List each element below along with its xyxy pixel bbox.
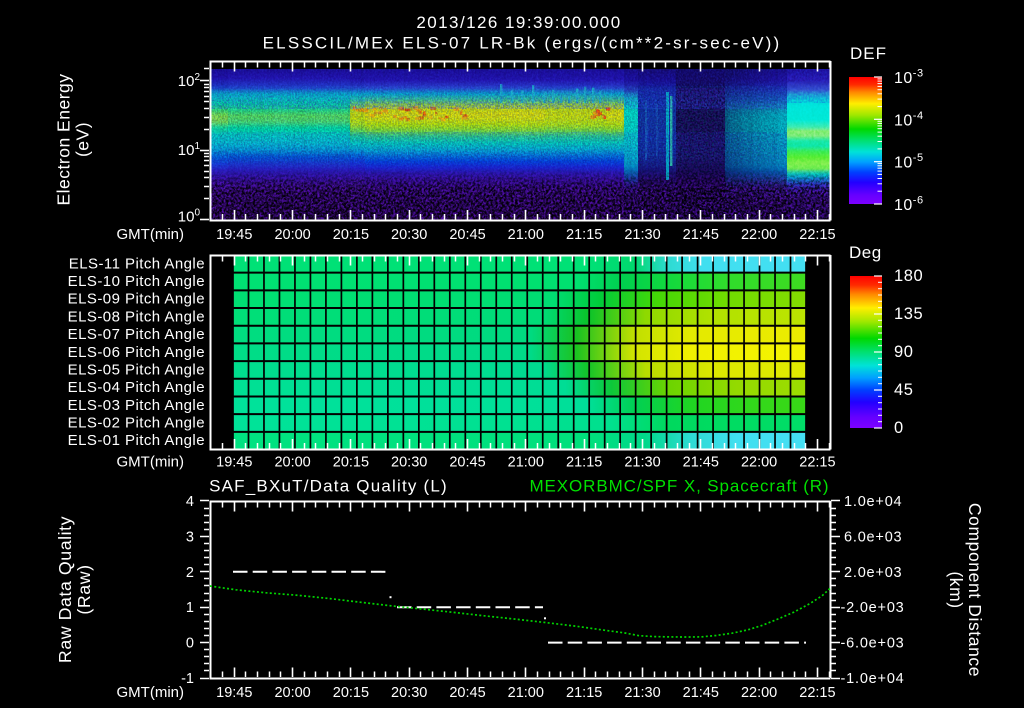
- svg-text:20:30: 20:30: [391, 455, 427, 471]
- svg-text:20:00: 20:00: [274, 685, 310, 701]
- svg-text:20:00: 20:00: [274, 227, 310, 243]
- svg-text:20:15: 20:15: [333, 227, 369, 243]
- svg-text:(eV): (eV): [73, 122, 93, 157]
- svg-text:SAF_BXuT/Data Quality (L): SAF_BXuT/Data Quality (L): [209, 477, 448, 496]
- svg-text:19:45: 19:45: [216, 685, 252, 701]
- svg-text:DEF: DEF: [850, 44, 887, 63]
- svg-text:6.0e+03: 6.0e+03: [844, 529, 902, 545]
- svg-text:45: 45: [894, 381, 914, 399]
- svg-text:20:15: 20:15: [333, 685, 369, 701]
- svg-text:21:15: 21:15: [566, 455, 602, 471]
- svg-text:Component Distance: Component Distance: [965, 503, 985, 677]
- svg-text:20:45: 20:45: [449, 685, 485, 701]
- svg-text:ELSSCIL/MEx ELS-07 LR-Bk (erg: ELSSCIL/MEx ELS-07 LR-Bk (ergs/(cm**2-sr…: [263, 34, 782, 53]
- svg-text:20:30: 20:30: [391, 685, 427, 701]
- svg-text:20:15: 20:15: [333, 455, 369, 471]
- svg-text:ELS-03 Pitch Angle: ELS-03 Pitch Angle: [68, 397, 205, 414]
- svg-text:ELS-09 Pitch Angle: ELS-09 Pitch Angle: [68, 291, 205, 308]
- svg-text:Electron Energy: Electron Energy: [54, 73, 74, 205]
- svg-text:ELS-06 Pitch Angle: ELS-06 Pitch Angle: [68, 344, 205, 361]
- svg-text:21:30: 21:30: [624, 455, 660, 471]
- svg-text:ELS-04 Pitch Angle: ELS-04 Pitch Angle: [68, 379, 205, 396]
- svg-text:(Raw): (Raw): [74, 564, 94, 614]
- svg-text:21:30: 21:30: [624, 685, 660, 701]
- svg-text:-1: -1: [181, 671, 194, 687]
- svg-text:21:00: 21:00: [508, 227, 544, 243]
- svg-text:22:15: 22:15: [799, 227, 835, 243]
- svg-text:1: 1: [186, 600, 194, 616]
- svg-text:19:45: 19:45: [216, 455, 252, 471]
- svg-text:21:00: 21:00: [508, 685, 544, 701]
- svg-text:21:15: 21:15: [566, 227, 602, 243]
- svg-text:ELS-10 Pitch Angle: ELS-10 Pitch Angle: [68, 273, 205, 290]
- svg-text:0: 0: [894, 419, 904, 437]
- svg-text:90: 90: [894, 343, 914, 361]
- svg-text:ELS-01 Pitch Angle: ELS-01 Pitch Angle: [68, 432, 205, 449]
- svg-text:22:00: 22:00: [741, 227, 777, 243]
- svg-text:21:45: 21:45: [683, 227, 719, 243]
- svg-text:20:00: 20:00: [274, 455, 310, 471]
- svg-text:135: 135: [894, 305, 923, 323]
- svg-text:21:00: 21:00: [508, 455, 544, 471]
- svg-text:0: 0: [186, 636, 194, 652]
- svg-text:22:15: 22:15: [799, 685, 835, 701]
- svg-text:2013/126 19:39:00.000: 2013/126 19:39:00.000: [416, 13, 621, 32]
- svg-text:21:45: 21:45: [683, 685, 719, 701]
- svg-text:MEXORBMC/SPF X, Spacecraft (R): MEXORBMC/SPF X, Spacecraft (R): [530, 477, 830, 496]
- svg-text:ELS-08 Pitch Angle: ELS-08 Pitch Angle: [68, 308, 205, 325]
- svg-text:GMT(min): GMT(min): [117, 454, 185, 471]
- svg-text:ELS-07 Pitch Angle: ELS-07 Pitch Angle: [68, 326, 205, 343]
- svg-text:1.0e+04: 1.0e+04: [844, 494, 902, 510]
- svg-text:22:00: 22:00: [741, 685, 777, 701]
- svg-text:Deg: Deg: [849, 243, 882, 262]
- svg-text:19:45: 19:45: [216, 227, 252, 243]
- svg-text:3: 3: [186, 529, 194, 545]
- svg-text:ELS-02 Pitch Angle: ELS-02 Pitch Angle: [68, 415, 205, 432]
- svg-text:-1.0e+04: -1.0e+04: [841, 671, 905, 687]
- svg-text:-2.0e+03: -2.0e+03: [841, 600, 905, 616]
- svg-text:(km): (km): [946, 571, 966, 608]
- svg-text:20:45: 20:45: [449, 455, 485, 471]
- svg-text:22:00: 22:00: [741, 455, 777, 471]
- svg-text:GMT(min): GMT(min): [117, 684, 185, 701]
- svg-text:2: 2: [186, 565, 194, 581]
- svg-text:4: 4: [186, 494, 194, 510]
- svg-text:20:45: 20:45: [449, 227, 485, 243]
- svg-text:20:30: 20:30: [391, 227, 427, 243]
- svg-text:2.0e+03: 2.0e+03: [844, 565, 902, 581]
- svg-text:GMT(min): GMT(min): [117, 226, 185, 243]
- svg-text:22:15: 22:15: [799, 455, 835, 471]
- svg-text:180: 180: [894, 267, 923, 285]
- svg-text:Raw Data Quality: Raw Data Quality: [55, 516, 75, 663]
- svg-text:ELS-11 Pitch Angle: ELS-11 Pitch Angle: [69, 255, 205, 272]
- svg-text:21:30: 21:30: [624, 227, 660, 243]
- svg-text:21:45: 21:45: [683, 455, 719, 471]
- svg-text:-6.0e+03: -6.0e+03: [841, 636, 905, 652]
- svg-text:21:15: 21:15: [566, 685, 602, 701]
- svg-text:ELS-05 Pitch Angle: ELS-05 Pitch Angle: [68, 361, 205, 378]
